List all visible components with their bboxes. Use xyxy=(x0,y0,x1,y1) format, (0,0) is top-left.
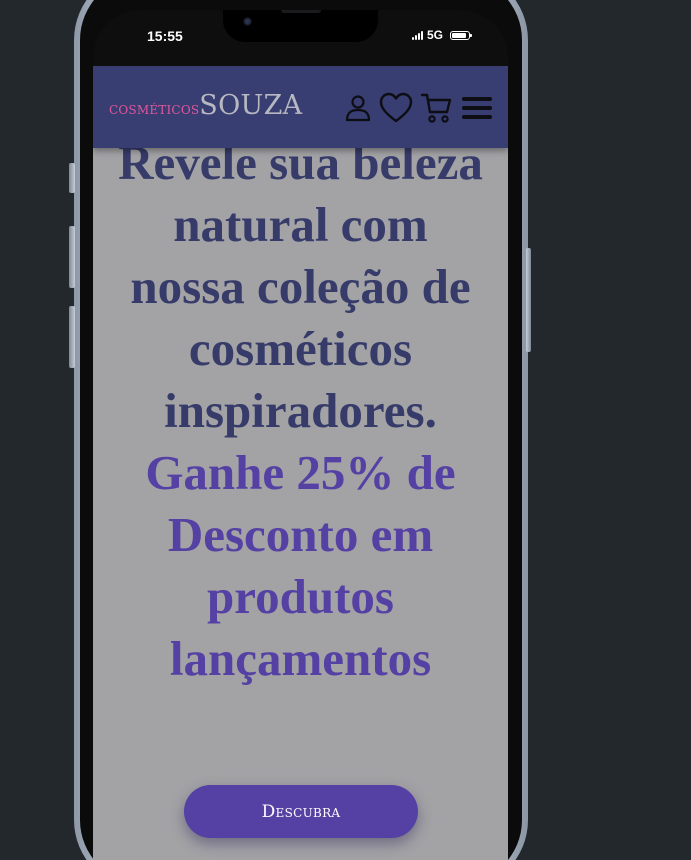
phone-power-button xyxy=(526,248,531,352)
desktop-background: 15:55 5G cosméticosSOUZA Revele sua bele… xyxy=(0,0,691,860)
cart-icon[interactable] xyxy=(420,91,454,125)
phone-volume-down xyxy=(69,306,75,368)
phone-volume-up xyxy=(69,226,75,288)
site-logo[interactable]: cosméticosSOUZA xyxy=(109,90,302,121)
user-icon[interactable] xyxy=(344,93,372,123)
speaker xyxy=(281,10,321,13)
website-viewport: cosméticosSOUZA Revele sua beleza natura… xyxy=(93,66,508,860)
notch xyxy=(223,10,378,42)
status-indicators: 5G xyxy=(411,28,472,42)
camera-icon xyxy=(243,17,252,26)
network-label: 5G xyxy=(426,28,443,42)
site-header: cosméticosSOUZA xyxy=(93,66,508,148)
logo-text-small: cosméticos xyxy=(109,99,200,119)
header-icons xyxy=(344,91,494,125)
phone-silent-switch xyxy=(69,163,75,193)
heart-icon[interactable] xyxy=(378,91,414,125)
discover-button[interactable]: Descubra xyxy=(184,785,418,838)
hero-headline: Revele sua beleza natural com nossa cole… xyxy=(118,135,483,438)
signal-icon xyxy=(411,30,423,40)
hero-section: Revele sua beleza natural com nossa cole… xyxy=(93,132,508,690)
hero-promo: Ganhe 25% de Desconto em produtos lançam… xyxy=(145,445,456,686)
phone-screen: 15:55 5G cosméticosSOUZA Revele sua bele… xyxy=(93,10,508,860)
menu-icon[interactable] xyxy=(460,93,494,123)
status-time: 15:55 xyxy=(147,28,183,44)
battery-icon xyxy=(450,30,472,40)
logo-text-big: SOUZA xyxy=(199,90,303,121)
